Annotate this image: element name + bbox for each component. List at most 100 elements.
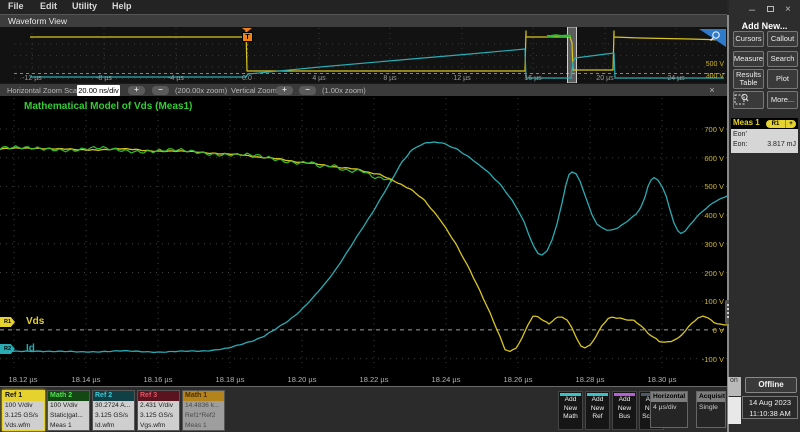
main-x-tick: 18.30 µs xyxy=(648,375,677,384)
time-text: 11:10:38 AM xyxy=(743,408,797,419)
math-model-title: Mathematical Model of Vds (Meas1) xyxy=(24,101,192,112)
main-x-tick: 18.16 µs xyxy=(144,375,173,384)
menu-item-file[interactable]: File xyxy=(8,1,24,11)
horizontal-settings[interactable]: Horizontal 4 µs/div xyxy=(650,391,688,428)
overview-plot[interactable]: -12 µs-8 µs-4 µs0.04 µs8 µs12 µs16 µs20 … xyxy=(0,27,727,83)
close-icon[interactable]: × xyxy=(785,4,791,15)
meas-result-row: Eon:3.817 mJ xyxy=(733,140,796,150)
overview-y-tick: 500 V xyxy=(706,61,724,68)
add-new-bus-button[interactable]: Add New Bus xyxy=(612,391,637,430)
zoom-toolbar: Horizontal Zoom Scale 20.00 ns/div + − (… xyxy=(0,83,727,96)
meas-result-row: Eon' xyxy=(733,130,796,140)
panel-fragment-on: on xyxy=(728,377,741,396)
main-x-tick: 18.24 µs xyxy=(432,375,461,384)
overview-x-tick: 8 µs xyxy=(383,75,396,82)
datetime-display: 14 Aug 2023 11:10:38 AM xyxy=(742,396,798,419)
callout-button[interactable]: Callout xyxy=(767,31,798,47)
main-y-tick: 100 V xyxy=(704,297,724,306)
menu-item-help[interactable]: Help xyxy=(112,1,132,11)
zoom-region-button[interactable] xyxy=(733,91,764,109)
more-button[interactable]: More... xyxy=(767,91,798,109)
zoom-close-icon[interactable]: × xyxy=(706,85,718,96)
main-y-tick: -100 V xyxy=(702,355,724,364)
channel-detail: Vds.wfm xyxy=(3,421,44,431)
ref-name-vds: Vds xyxy=(26,316,44,327)
meas1-values: Eon'Eon:3.817 mJ xyxy=(731,129,798,153)
acquisition-header: Acquisition xyxy=(697,392,725,402)
h-zoom-minus-button[interactable]: − xyxy=(152,86,169,95)
channel-header: Math 2 xyxy=(48,391,89,401)
v-zoom-label: Vertical Zoom xyxy=(231,86,277,95)
results-table-button[interactable]: Results Table xyxy=(733,69,764,89)
main-x-tick: 18.28 µs xyxy=(576,375,605,384)
h-zoom-scale-label: Horizontal Zoom Scale xyxy=(7,86,83,95)
channel-detail: 100 V/div xyxy=(3,401,44,411)
vds-overview xyxy=(30,31,724,71)
overview-x-tick: 4 µs xyxy=(312,75,325,82)
meas1-expand-icon[interactable]: + xyxy=(785,120,796,128)
channel-badge-math-1[interactable]: Math 114.4836 k...Ref1*Ref2Meas 1 xyxy=(182,390,225,431)
h-zoom-factor: (200.00x zoom) xyxy=(175,86,227,95)
model-overview xyxy=(547,35,571,36)
channel-badge-ref-3[interactable]: Ref 32.431 V/div3.125 GS/sVgs.wfm xyxy=(137,390,180,431)
h-zoom-scale-input[interactable]: 20.00 ns/div xyxy=(77,85,120,96)
v-zoom-plus-button[interactable]: + xyxy=(276,86,293,95)
waveform-view-tab[interactable]: Waveform View xyxy=(0,14,727,27)
meas1-results-badge[interactable]: Meas 1 R1+ Eon'Eon:3.817 mJ xyxy=(731,118,798,153)
acquisition-settings[interactable]: Acquisition Single xyxy=(696,391,726,428)
panel-fragment-white xyxy=(728,397,741,424)
add-button-stripe xyxy=(614,393,635,396)
main-waveforms xyxy=(0,96,727,372)
horizontal-header: Horizontal xyxy=(651,392,687,402)
date-text: 14 Aug 2023 xyxy=(743,397,797,408)
trigger-t-icon: T xyxy=(242,32,253,42)
measure-button[interactable]: Measure xyxy=(733,51,764,67)
menu-item-utility[interactable]: Utility xyxy=(72,1,97,11)
v-zoom-factor: (1.00x zoom) xyxy=(322,86,366,95)
add-new-ref-button[interactable]: Add New Ref xyxy=(585,391,610,430)
zoom-region-icon xyxy=(734,92,749,106)
channel-badge-math-2[interactable]: Math 2100 V/divStatic|gat...Meas 1 xyxy=(47,390,90,431)
channel-badge-ref-2[interactable]: Ref 230.2724 A...3.125 GS/sId.wfm xyxy=(92,390,135,431)
v-zoom-minus-button[interactable]: − xyxy=(299,86,316,95)
overview-x-tick: 0.0 xyxy=(242,75,252,82)
main-x-tick: 18.26 µs xyxy=(504,375,533,384)
main-x-tick: 18.20 µs xyxy=(288,375,317,384)
ref-name-id: Id xyxy=(26,343,35,354)
menu-bar: File Edit Utility Help xyxy=(0,0,727,14)
main-y-tick: 500 V xyxy=(704,182,724,191)
meas1-name: Meas 1 xyxy=(733,118,760,127)
channel-header: Ref 2 xyxy=(93,391,134,401)
plot-button[interactable]: Plot xyxy=(767,69,798,89)
right-sidebar: – × Add New... CursorsCalloutMeasureSear… xyxy=(729,0,800,432)
channel-detail: 3.125 GS/s xyxy=(3,411,44,421)
channel-detail: 2.431 V/div xyxy=(138,401,179,411)
overview-x-tick: 24 µs xyxy=(667,75,684,82)
meas1-source-pill: R1+ xyxy=(766,120,796,128)
overview-x-tick: -4 µs xyxy=(168,75,184,82)
cursors-button[interactable]: Cursors xyxy=(733,31,764,47)
add-new-math-button[interactable]: Add New Math xyxy=(558,391,583,430)
add-button-stripe xyxy=(560,393,581,396)
meas-result-label: Eon' xyxy=(733,130,747,140)
meas-result-label: Eon: xyxy=(733,140,747,150)
tekscope-window: FileEditUtilityHelp Tektronix Waveform V… xyxy=(0,0,800,432)
restore-icon[interactable] xyxy=(767,6,774,12)
overview-x-tick: 20 µs xyxy=(596,75,613,82)
main-y-tick: 700 V xyxy=(704,125,724,134)
main-y-tick: 0 V xyxy=(713,326,724,335)
menu-item-edit[interactable]: Edit xyxy=(40,1,57,11)
horizontal-scale-value: 4 µs/div xyxy=(651,402,687,411)
overview-magnifier-icon[interactable] xyxy=(699,29,726,47)
search-button[interactable]: Search xyxy=(767,51,798,67)
channel-detail: Ref1*Ref2 xyxy=(183,411,224,421)
model-trace xyxy=(0,146,392,182)
trigger-marker[interactable]: T xyxy=(242,28,253,43)
h-zoom-plus-button[interactable]: + xyxy=(128,86,145,95)
overview-x-tick: -12 µs xyxy=(22,75,42,82)
offline-button[interactable]: Offline xyxy=(745,377,797,393)
main-x-tick: 18.18 µs xyxy=(216,375,245,384)
zoomed-waveform-plot[interactable]: Mathematical Model of Vds (Meas1) R1VdsR… xyxy=(0,96,727,386)
channel-badge-ref-1[interactable]: Ref 1100 V/div3.125 GS/sVds.wfm xyxy=(2,390,45,431)
minimize-icon[interactable]: – xyxy=(749,4,755,16)
